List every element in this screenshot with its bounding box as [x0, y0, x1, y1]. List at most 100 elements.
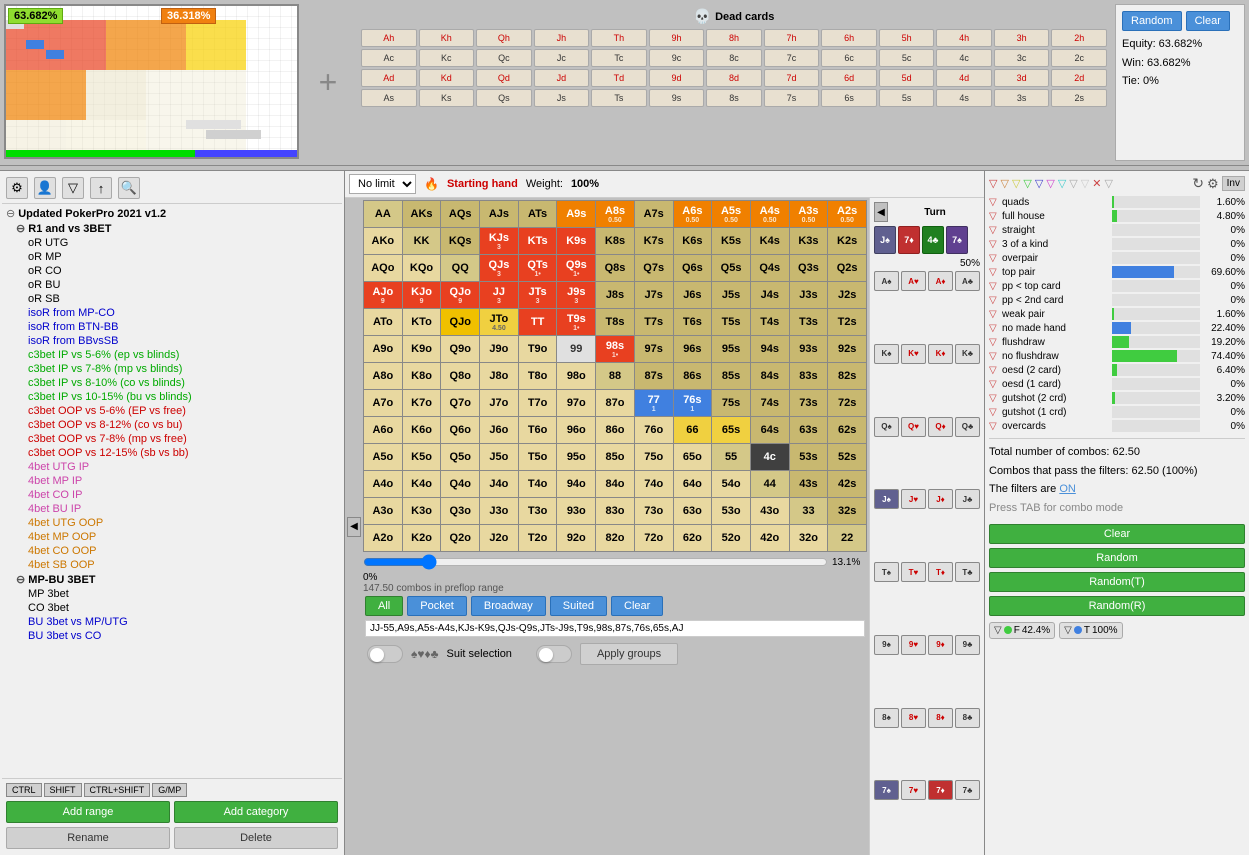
sidebar-item-8[interactable]: isoR from BBvsSB — [4, 334, 340, 348]
hand-cell-J2s[interactable]: J2s — [828, 282, 866, 308]
hand-cell-93s[interactable]: 93s — [790, 336, 828, 362]
upload-icon[interactable]: ↑ — [90, 177, 112, 199]
hand-cell-42o[interactable]: 42o — [751, 525, 789, 551]
add-category-btn[interactable]: Add category — [174, 801, 338, 823]
clear-button-top[interactable]: Clear — [1186, 11, 1230, 31]
stat-filter-icon-2[interactable]: ▽ — [989, 225, 999, 236]
board-select-Tc[interactable]: T♣ — [955, 562, 980, 582]
hand-cell-K7o[interactable]: K7o — [403, 390, 441, 416]
apply-groups-button[interactable]: Apply groups — [580, 643, 678, 665]
board-select-9s[interactable]: 9♠ — [874, 635, 899, 655]
hand-cell-63s[interactable]: 63s — [790, 417, 828, 443]
hand-cell-K2s[interactable]: K2s — [828, 228, 866, 254]
hand-cell-Q6s[interactable]: Q6s — [674, 255, 712, 281]
hand-cell-96s[interactable]: 96s — [674, 336, 712, 362]
board-select-As[interactable]: A♠ — [874, 271, 899, 291]
hand-cell-75o[interactable]: 75o — [635, 444, 673, 470]
hand-cell-97o[interactable]: 97o — [557, 390, 595, 416]
sidebar-item-root[interactable]: ⊖ Updated PokerPro 2021 v1.2 — [4, 206, 340, 221]
dead-card-Qc[interactable]: Qc — [476, 49, 532, 67]
sidebar-item-2[interactable]: oR MP — [4, 250, 340, 264]
dead-card-9c[interactable]: 9c — [649, 49, 705, 67]
board-select-9h[interactable]: 9♥ — [901, 635, 926, 655]
sidebar-item-29[interactable]: BU 3bet vs CO — [4, 629, 340, 643]
hand-cell-KTo[interactable]: KTo — [403, 309, 441, 335]
hand-cell-A2o[interactable]: A2o — [364, 525, 402, 551]
hand-cell-88[interactable]: 88 — [596, 363, 634, 389]
all-button[interactable]: All — [365, 596, 403, 616]
sidebar-item-3[interactable]: oR CO — [4, 264, 340, 278]
hand-cell-53o[interactable]: 53o — [712, 498, 750, 524]
sidebar-item-26[interactable]: MP 3bet — [4, 587, 340, 601]
hand-cell-AQo[interactable]: AQo — [364, 255, 402, 281]
hand-cell-KTs[interactable]: KTs — [519, 228, 557, 254]
random-stats-btn[interactable]: Random — [989, 548, 1245, 568]
dead-card-4h[interactable]: 4h — [936, 29, 992, 47]
delete-btn[interactable]: Delete — [174, 827, 338, 849]
stat-filter-icon-6[interactable]: ▽ — [989, 281, 999, 292]
hand-cell-Q6o[interactable]: Q6o — [441, 417, 479, 443]
hand-cell-82o[interactable]: 82o — [596, 525, 634, 551]
board-card-7d[interactable]: 7♦ — [898, 226, 920, 254]
stat-filter-icon-1[interactable]: ▽ — [989, 211, 999, 222]
hand-cell-TT[interactable]: TT — [519, 309, 557, 335]
hand-cell-T7o[interactable]: T7o — [519, 390, 557, 416]
hand-cell-65s[interactable]: 65s — [712, 417, 750, 443]
sidebar-item-5[interactable]: oR SB — [4, 292, 340, 306]
sidebar-item-4[interactable]: oR BU — [4, 278, 340, 292]
dead-card-Jc[interactable]: Jc — [534, 49, 590, 67]
hand-cell-54o[interactable]: 54o — [712, 471, 750, 497]
hand-cell-A5o[interactable]: A5o — [364, 444, 402, 470]
hand-cell-73s[interactable]: 73s — [790, 390, 828, 416]
hand-cell-Q4o[interactable]: Q4o — [441, 471, 479, 497]
stat-filter-icon-5[interactable]: ▽ — [989, 267, 999, 278]
hand-cell-J3o[interactable]: J3o — [480, 498, 518, 524]
hand-cell-AJs[interactable]: AJs — [480, 201, 518, 227]
sidebar-item-1[interactable]: oR UTG — [4, 236, 340, 250]
dead-card-8h[interactable]: 8h — [706, 29, 762, 47]
hand-cell-J7s[interactable]: J7s — [635, 282, 673, 308]
add-range-button[interactable]: + — [303, 4, 353, 161]
nav-prev[interactable]: ◀ — [874, 202, 888, 222]
hand-cell-52s[interactable]: 52s — [828, 444, 866, 470]
clear-range-button[interactable]: Clear — [611, 596, 663, 616]
stat-filter-icon-3[interactable]: ▽ — [989, 239, 999, 250]
sidebar-item-6[interactable]: isoR from MP-CO — [4, 306, 340, 320]
sidebar-item-22[interactable]: 4bet MP OOP — [4, 530, 340, 544]
hand-cell-86s[interactable]: 86s — [674, 363, 712, 389]
hand-cell-94s[interactable]: 94s — [751, 336, 789, 362]
random-r-btn[interactable]: Random(R) — [989, 596, 1245, 616]
board-select-Kd[interactable]: K♦ — [928, 344, 953, 364]
dead-card-8c[interactable]: 8c — [706, 49, 762, 67]
hand-cell-75s[interactable]: 75s — [712, 390, 750, 416]
hand-cell-T4s[interactable]: T4s — [751, 309, 789, 335]
board-select-9d[interactable]: 9♦ — [928, 635, 953, 655]
hand-cell-QTs[interactable]: QTs1• — [519, 255, 557, 281]
hand-cell-T7s[interactable]: T7s — [635, 309, 673, 335]
hand-cell-63o[interactable]: 63o — [674, 498, 712, 524]
hand-cell-Q4s[interactable]: Q4s — [751, 255, 789, 281]
board-select-Jh[interactable]: J♥ — [901, 489, 926, 509]
hand-cell-K4s[interactable]: K4s — [751, 228, 789, 254]
hand-cell-QQ[interactable]: QQ — [441, 255, 479, 281]
broadway-button[interactable]: Broadway — [471, 596, 546, 616]
hand-cell-T2o[interactable]: T2o — [519, 525, 557, 551]
board-select-7h[interactable]: 7♥ — [901, 780, 926, 800]
hand-cell-72s[interactable]: 72s — [828, 390, 866, 416]
dead-card-8s[interactable]: 8s — [706, 89, 762, 107]
hand-cell-T9s[interactable]: T9s1• — [557, 309, 595, 335]
limit-select[interactable]: No limit — [349, 174, 416, 194]
hand-cell-55[interactable]: 55 — [712, 444, 750, 470]
board-select-Qh[interactable]: Q♥ — [901, 417, 926, 437]
hand-cell-87o[interactable]: 87o — [596, 390, 634, 416]
hand-cell-A2s[interactable]: A2s0.50 — [828, 201, 866, 227]
dead-card-9d[interactable]: 9d — [649, 69, 705, 87]
hand-cell-JJ[interactable]: JJ3 — [480, 282, 518, 308]
hand-cell-95s[interactable]: 95s — [712, 336, 750, 362]
board-select-8c[interactable]: 8♣ — [955, 708, 980, 728]
hand-cell-Q8s[interactable]: Q8s — [596, 255, 634, 281]
user-icon[interactable]: 👤 — [34, 177, 56, 199]
dead-card-Ah[interactable]: Ah — [361, 29, 417, 47]
hand-cell-A4s[interactable]: A4s0.50 — [751, 201, 789, 227]
stat-filter-icon-0[interactable]: ▽ — [989, 197, 999, 208]
